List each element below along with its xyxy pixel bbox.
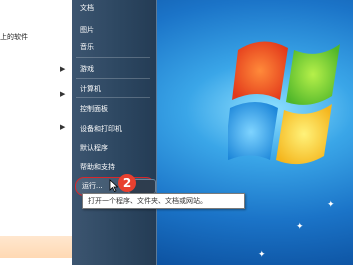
search-box-area[interactable] (0, 236, 72, 258)
chevron-right-icon[interactable]: ▶ (60, 123, 65, 131)
chevron-right-icon[interactable]: ▶ (60, 65, 65, 73)
menu-item-control-panel[interactable]: 控制面板 (80, 104, 108, 114)
menu-item-games[interactable]: 游戏 (80, 64, 94, 74)
menu-item-music[interactable]: 音乐 (80, 42, 94, 52)
windows-logo-icon (228, 41, 340, 165)
run-label: 运行... (82, 182, 103, 190)
sparkle-icon: ✦ (296, 222, 304, 232)
menu-item-help-support[interactable]: 帮助和支持 (80, 162, 115, 172)
menu-item-devices-printers[interactable]: 设备和打印机 (80, 124, 122, 134)
separator (76, 57, 150, 58)
program-item-label[interactable]: 上的软件 (0, 32, 28, 42)
menu-item-computer[interactable]: 计算机 (80, 84, 101, 94)
sparkle-icon: ✦ (327, 200, 335, 210)
start-menu-programs-pane: 上的软件 ▶ ▶ ▶ (0, 0, 73, 265)
menu-item-default-programs[interactable]: 默认程序 (80, 143, 108, 153)
separator (76, 97, 150, 98)
menu-item-documents[interactable]: 文档 (80, 3, 94, 13)
mouse-cursor-icon (109, 179, 118, 192)
chevron-right-icon[interactable]: ▶ (60, 90, 65, 98)
run-tooltip: 打开一个程序、文件夹、文档或网站。 (82, 193, 245, 209)
separator (76, 78, 150, 79)
sparkle-icon: ✦ (258, 250, 266, 260)
menu-item-pictures[interactable]: 图片 (80, 25, 94, 35)
step-badge: 2 (118, 174, 136, 192)
